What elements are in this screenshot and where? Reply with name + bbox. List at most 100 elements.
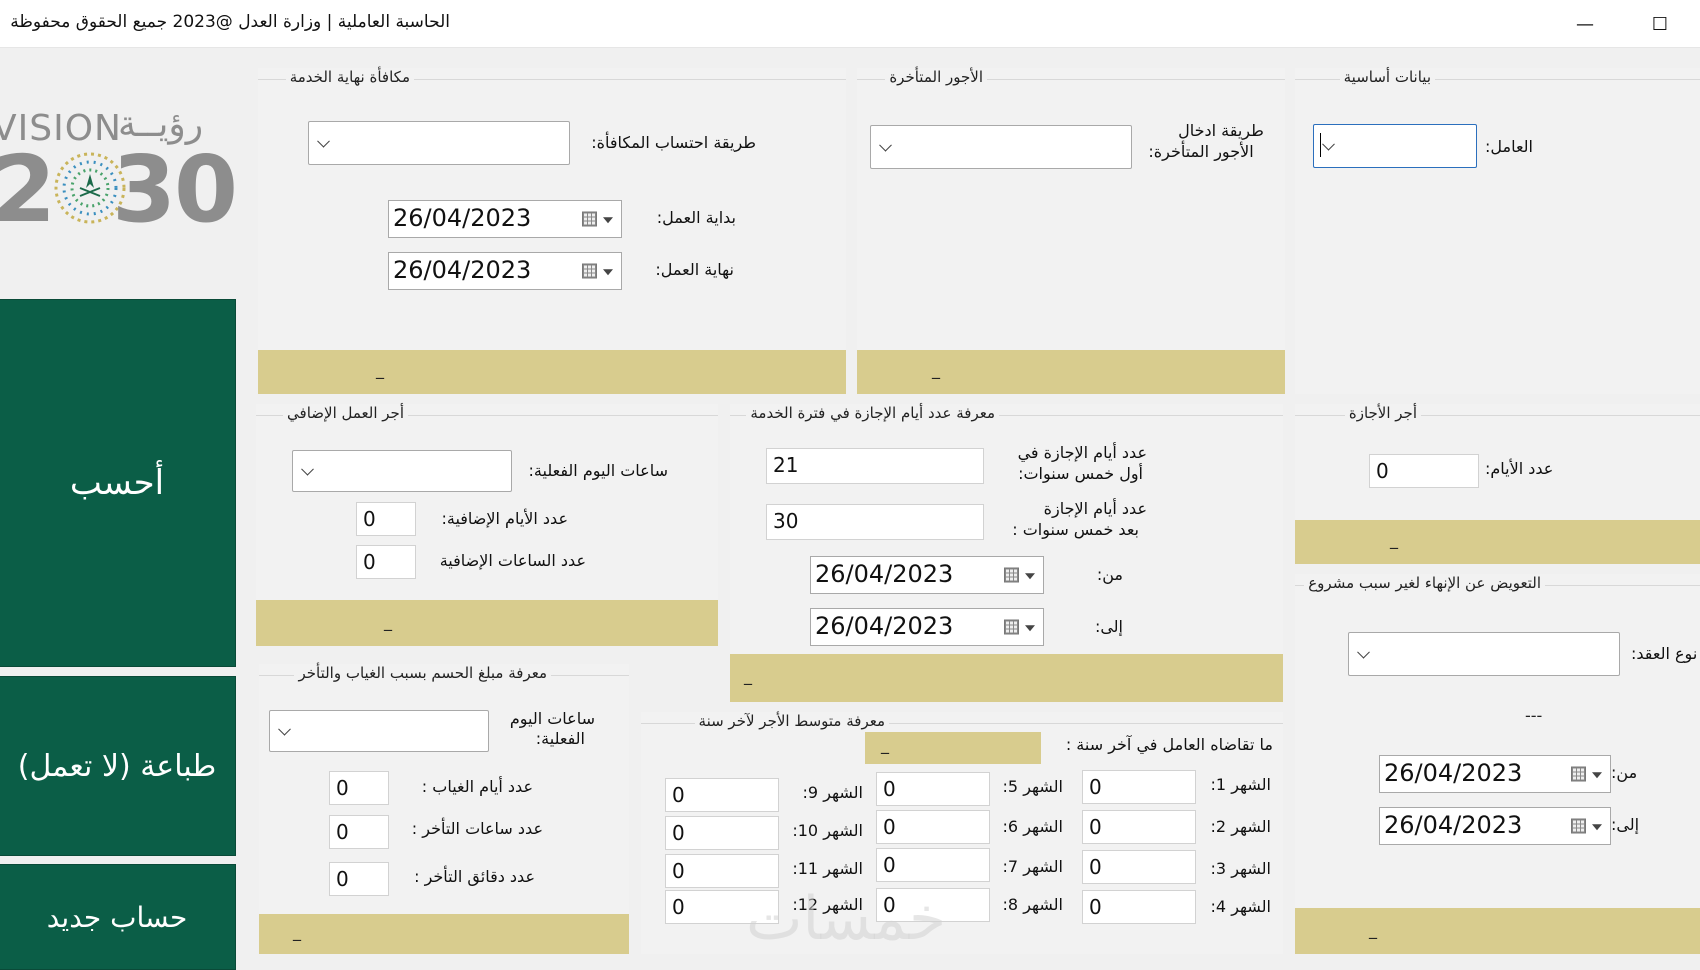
late-wages-panel: الأجور المتأخرة طريقة ادخال الأجور المتأ… xyxy=(857,68,1285,394)
calendar-icon[interactable] xyxy=(1004,567,1019,583)
window-title: الحاسبة العاملية | وزارة العدل @2023 جمي… xyxy=(10,12,450,32)
leave-days-panel: معرفة عدد أيام الإجازة في فترة الخدمة عد… xyxy=(730,404,1283,702)
overtime-panel: أجر العمل الإضافي ساعات اليوم الفعلية: ع… xyxy=(256,404,718,646)
absence-result: _ xyxy=(293,922,301,941)
month-5-input[interactable]: 0 xyxy=(876,772,990,806)
minimize-button[interactable]: — xyxy=(1565,10,1605,38)
after-five-years-label-2: بعد خمس سنوات : xyxy=(1012,520,1139,539)
chevron-down-icon xyxy=(1357,645,1370,659)
chevron-down-icon xyxy=(1322,137,1335,151)
contract-type-label: نوع العقد: xyxy=(1631,644,1698,663)
month-3-input[interactable]: 0 xyxy=(1082,850,1196,884)
absence-panel: معرفة مبلغ الحسم بسبب الغياب والتأخر ساع… xyxy=(259,664,629,954)
leave-from-date[interactable]: 26/04/2023 xyxy=(810,556,1044,594)
extra-days-input[interactable]: 0 xyxy=(356,502,416,536)
absent-days-input[interactable]: 0 xyxy=(329,771,389,805)
termination-to-value: 26/04/2023 xyxy=(1384,811,1523,839)
maximize-button[interactable]: ☐ xyxy=(1640,10,1680,38)
month-1-label: الشهر 1: xyxy=(1210,775,1271,794)
calendar-icon[interactable] xyxy=(582,211,597,227)
received-last-year-value: _ xyxy=(881,735,889,754)
overtime-legend: أجر العمل الإضافي xyxy=(283,404,408,422)
first-five-years-label-1: عدد أيام الإجازة في xyxy=(1017,443,1147,462)
end-of-service-panel: مكافأة نهاية الخدمة طريقة احتساب المكافأ… xyxy=(258,68,846,394)
work-start-value: 26/04/2023 xyxy=(393,204,532,232)
late-hours-input[interactable]: 0 xyxy=(329,815,389,849)
month-10-label: الشهر 10: xyxy=(792,821,863,840)
end-of-service-result: _ xyxy=(376,360,384,379)
dropdown-arrow-icon xyxy=(1592,824,1602,831)
month-11-input[interactable]: 0 xyxy=(665,854,779,888)
leave-to-date[interactable]: 26/04/2023 xyxy=(810,608,1044,646)
calendar-icon[interactable] xyxy=(1571,766,1586,782)
first-five-years-label-2: أول خمس سنوات: xyxy=(1018,464,1143,483)
month-7-label: الشهر 7: xyxy=(1002,857,1063,876)
contract-type-select[interactable] xyxy=(1348,632,1620,676)
calendar-icon[interactable] xyxy=(1571,818,1586,834)
absent-days-label: عدد أيام الغياب : xyxy=(421,777,533,796)
work-start-date[interactable]: 26/04/2023 xyxy=(388,200,622,238)
month-2-input[interactable]: 0 xyxy=(1082,810,1196,844)
extra-days-label: عدد الأيام الإضافية: xyxy=(441,509,568,528)
dropdown-arrow-icon xyxy=(603,269,613,276)
termination-legend: التعويض عن الإنهاء لغير سبب مشروع xyxy=(1304,574,1545,592)
leave-days-input[interactable]: 0 xyxy=(1369,454,1479,488)
absence-hours-label-1: ساعات اليوم xyxy=(509,709,595,728)
new-calculation-button[interactable]: حساب جديد xyxy=(0,864,236,970)
worker-select[interactable] xyxy=(1313,124,1477,168)
reward-method-select[interactable] xyxy=(308,121,570,165)
overtime-result: _ xyxy=(384,612,392,631)
absence-hours-select[interactable] xyxy=(269,710,489,752)
title-bar: الحاسبة العاملية | وزارة العدل @2023 جمي… xyxy=(0,0,1700,48)
dropdown-arrow-icon xyxy=(1025,573,1035,580)
late-hours-label: عدد ساعات التأخر : xyxy=(411,819,543,838)
extra-hours-label: عدد الساعات الإضافية xyxy=(439,551,586,570)
received-last-year-value-box: _ xyxy=(865,732,1041,764)
print-button[interactable]: طباعة (لا تعمل) xyxy=(0,676,236,856)
overtime-result-bar: _ xyxy=(256,600,718,646)
month-10-input[interactable]: 0 xyxy=(665,816,779,850)
leave-from-label: من: xyxy=(1096,565,1123,584)
vision-year-start: 2 xyxy=(0,136,56,243)
termination-to-date[interactable]: 26/04/2023 xyxy=(1379,807,1611,845)
leave-from-value: 26/04/2023 xyxy=(815,560,954,588)
leave-pay-legend: أجر الأجازة xyxy=(1344,404,1421,422)
leave-to-label: إلى: xyxy=(1094,617,1123,636)
extra-hours-input[interactable]: 0 xyxy=(356,545,416,579)
overtime-hours-label: ساعات اليوم الفعلية: xyxy=(528,461,668,480)
calendar-icon[interactable] xyxy=(582,263,597,279)
calculate-button[interactable]: أحسب xyxy=(0,299,236,667)
month-9-label: الشهر 9: xyxy=(802,783,863,802)
month-4-input[interactable]: 0 xyxy=(1082,890,1196,924)
late-wages-result-bar: _ xyxy=(857,350,1285,394)
overtime-hours-select[interactable] xyxy=(292,450,512,492)
chevron-down-icon xyxy=(301,462,314,476)
month-9-input[interactable]: 0 xyxy=(665,778,779,812)
text-caret xyxy=(1320,133,1321,157)
termination-from-date[interactable]: 26/04/2023 xyxy=(1379,755,1611,793)
calendar-icon[interactable] xyxy=(1004,619,1019,635)
work-start-label: بداية العمل: xyxy=(656,208,736,227)
month-1-input[interactable]: 0 xyxy=(1082,770,1196,804)
dropdown-arrow-icon xyxy=(1592,772,1602,779)
vision-year-end: 30 xyxy=(112,136,238,243)
average-wage-legend: معرفة متوسط الأجر لآخر سنة xyxy=(694,712,889,730)
late-wages-method-label-1: طريقة ادخال xyxy=(1178,121,1264,140)
termination-panel: التعويض عن الإنهاء لغير سبب مشروع نوع ال… xyxy=(1295,574,1700,954)
month-7-input[interactable]: 0 xyxy=(876,848,990,882)
leave-days-legend: معرفة عدد أيام الإجازة في فترة الخدمة xyxy=(746,404,999,422)
leave-days-result: _ xyxy=(744,666,752,685)
late-minutes-input[interactable]: 0 xyxy=(329,862,389,896)
after-five-years-input[interactable]: 30 xyxy=(766,504,984,540)
work-end-date[interactable]: 26/04/2023 xyxy=(388,252,622,290)
month-6-input[interactable]: 0 xyxy=(876,810,990,844)
leave-pay-result-bar: _ xyxy=(1295,520,1700,564)
late-wages-method-select[interactable] xyxy=(870,125,1132,169)
end-of-service-legend: مكافأة نهاية الخدمة xyxy=(285,68,414,86)
average-wage-panel: معرفة متوسط الأجر لآخر سنة ما تقاضاه الع… xyxy=(641,712,1283,954)
chevron-down-icon xyxy=(278,722,291,736)
reward-method-label: طريقة احتساب المكافأة: xyxy=(591,133,756,152)
absence-legend: معرفة مبلغ الحسم بسبب الغياب والتأخر xyxy=(294,664,551,682)
first-five-years-input[interactable]: 21 xyxy=(766,448,984,484)
termination-result: _ xyxy=(1369,920,1377,939)
